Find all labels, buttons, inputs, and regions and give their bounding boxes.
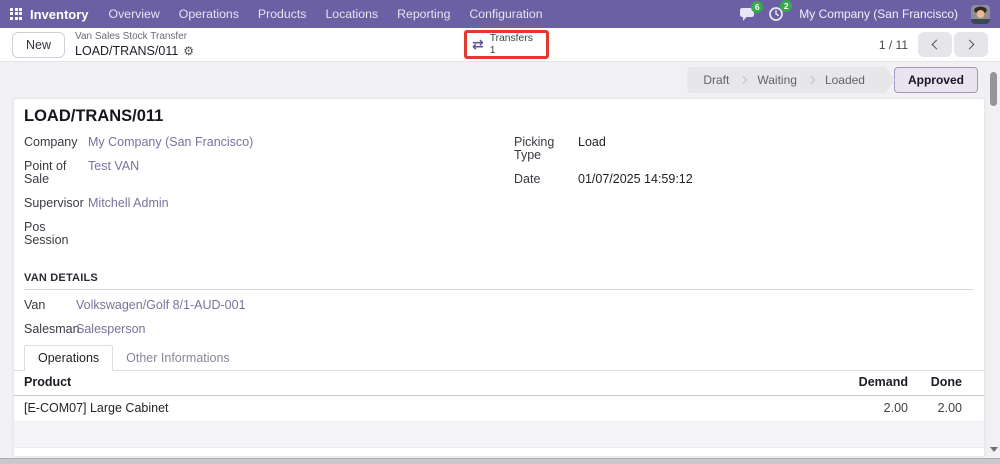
pager-previous-button[interactable]: [918, 32, 952, 57]
nav-item-locations[interactable]: Locations: [325, 7, 378, 21]
statusbar-steps: Draft Waiting Loaded: [687, 67, 895, 93]
status-step-draft[interactable]: Draft: [689, 67, 743, 93]
scrollbar-down-arrow-icon[interactable]: [990, 447, 998, 452]
field-value-date[interactable]: 01/07/2025 14:59:12: [578, 173, 693, 186]
section-title-van-details: VAN DETAILS: [24, 272, 974, 290]
cell-demand[interactable]: 2.00: [828, 402, 908, 415]
empty-list-row: [14, 448, 984, 456]
chevron-right-icon: [965, 40, 975, 50]
nav-item-products[interactable]: Products: [258, 7, 307, 21]
systray: 6 2 My Company (San Francisco): [739, 5, 990, 24]
gear-icon[interactable]: ⚙: [183, 45, 194, 57]
field-value-van[interactable]: Volkswagen/Golf 8/1-AUD-001: [76, 299, 246, 312]
field-value-company[interactable]: My Company (San Francisco): [88, 136, 253, 149]
transfers-count: 1: [490, 45, 496, 57]
transfer-arrows-icon: ⇄: [472, 38, 484, 52]
activities-icon[interactable]: 2: [768, 6, 784, 22]
transfers-stat-button[interactable]: ⇄ Transfers 1: [467, 33, 533, 56]
field-label: Supervisor: [24, 197, 88, 210]
nav-item-overview[interactable]: Overview: [109, 7, 160, 21]
form-sheet: LOAD/TRANS/011 Company My Company (San F…: [13, 98, 985, 456]
statusbar-row: Draft Waiting Loaded Approved: [0, 62, 1000, 98]
record-title: LOAD/TRANS/011: [24, 107, 974, 126]
company-switcher[interactable]: My Company (San Francisco): [799, 7, 958, 21]
tab-operations[interactable]: Operations: [24, 345, 113, 371]
field-van: Van Volkswagen/Golf 8/1-AUD-001: [24, 299, 974, 312]
left-field-column: Company My Company (San Francisco) Point…: [24, 136, 484, 258]
breadcrumb-model[interactable]: Van Sales Stock Transfer: [75, 32, 194, 42]
column-header-done[interactable]: Done: [908, 376, 974, 389]
field-label: Salesman: [24, 323, 76, 336]
status-step-approved[interactable]: Approved: [894, 67, 978, 93]
field-value-point-of-sale[interactable]: Test VAN: [88, 160, 139, 186]
scrollbar-thumb[interactable]: [990, 72, 997, 106]
nav-menu: Overview Operations Products Locations R…: [109, 7, 543, 21]
pager-buttons: [918, 32, 988, 57]
field-value-supervisor[interactable]: Mitchell Admin: [88, 197, 169, 210]
field-pos-session: Pos Session: [24, 221, 484, 247]
apps-grid-icon[interactable]: [10, 8, 23, 21]
avatar-image: [971, 5, 990, 24]
right-field-column: Picking Type Load Date 01/07/2025 14:59:…: [514, 136, 974, 197]
app-menu-inventory[interactable]: Inventory: [30, 7, 89, 22]
transfers-stat-text: Transfers 1: [490, 33, 533, 56]
nav-item-configuration[interactable]: Configuration: [469, 7, 542, 21]
notebook-tabs: Operations Other Informations: [14, 347, 984, 371]
tab-other-informations[interactable]: Other Informations: [113, 346, 243, 370]
transfers-label: Transfers: [490, 33, 533, 45]
column-header-demand[interactable]: Demand: [828, 376, 908, 389]
messages-badge: 6: [751, 1, 763, 13]
field-picking-type: Picking Type Load: [514, 136, 974, 162]
field-label: Picking Type: [514, 136, 578, 162]
status-step-waiting[interactable]: Waiting: [743, 67, 811, 93]
empty-list-row: [14, 422, 984, 448]
field-company: Company My Company (San Francisco): [24, 136, 484, 149]
table-row[interactable]: [E-COM07] Large Cabinet 2.00 2.00: [14, 396, 984, 422]
field-grid: Company My Company (San Francisco) Point…: [24, 136, 974, 258]
vertical-scrollbar[interactable]: [990, 70, 998, 452]
van-details-group: Van Volkswagen/Golf 8/1-AUD-001 Salesman…: [24, 299, 974, 336]
field-value-picking-type[interactable]: Load: [578, 136, 606, 162]
field-supervisor: Supervisor Mitchell Admin: [24, 197, 484, 210]
column-header-product[interactable]: Product: [14, 376, 828, 389]
control-panel: New Van Sales Stock Transfer LOAD/TRANS/…: [0, 28, 1000, 62]
field-label: Date: [514, 173, 578, 186]
top-nav: Inventory Overview Operations Products L…: [0, 0, 1000, 28]
breadcrumb-record: LOAD/TRANS/011 ⚙: [75, 45, 194, 58]
activities-badge: 2: [780, 0, 792, 12]
operations-list: Product Demand Done [E-COM07] Large Cabi…: [14, 371, 984, 456]
pager-value[interactable]: 1 / 11: [879, 38, 908, 52]
breadcrumb: Van Sales Stock Transfer LOAD/TRANS/011 …: [75, 32, 194, 58]
pager: 1 / 11: [879, 32, 988, 57]
field-label: Pos Session: [24, 221, 88, 247]
new-button[interactable]: New: [12, 32, 65, 58]
horizontal-scrollbar[interactable]: [0, 458, 1000, 464]
form-view: Draft Waiting Loaded Approved LOAD/TRANS…: [0, 62, 1000, 464]
app-window: Inventory Overview Operations Products L…: [0, 0, 1000, 464]
statusbar: Draft Waiting Loaded Approved: [687, 67, 978, 93]
chevron-left-icon: [932, 40, 942, 50]
breadcrumb-record-name[interactable]: LOAD/TRANS/011: [75, 45, 178, 58]
cell-product[interactable]: [E-COM07] Large Cabinet: [14, 402, 828, 415]
field-salesman: Salesman Salesperson: [24, 323, 974, 336]
nav-item-operations[interactable]: Operations: [179, 7, 239, 21]
user-avatar[interactable]: [971, 5, 990, 24]
field-label: Van: [24, 299, 76, 312]
cell-done[interactable]: 2.00: [908, 402, 974, 415]
field-label: Point of Sale: [24, 160, 88, 186]
sheet-body: LOAD/TRANS/011 Company My Company (San F…: [14, 99, 984, 336]
field-value-salesman[interactable]: Salesperson: [76, 323, 146, 336]
messages-icon[interactable]: 6: [739, 7, 755, 22]
status-step-loaded[interactable]: Loaded: [811, 67, 879, 93]
field-point-of-sale: Point of Sale Test VAN: [24, 160, 484, 186]
pager-next-button[interactable]: [954, 32, 988, 57]
field-date: Date 01/07/2025 14:59:12: [514, 173, 974, 186]
nav-item-reporting[interactable]: Reporting: [397, 7, 450, 21]
annotation-highlight-box: ⇄ Transfers 1: [464, 30, 549, 59]
field-label: Company: [24, 136, 88, 149]
list-header: Product Demand Done: [14, 371, 984, 396]
